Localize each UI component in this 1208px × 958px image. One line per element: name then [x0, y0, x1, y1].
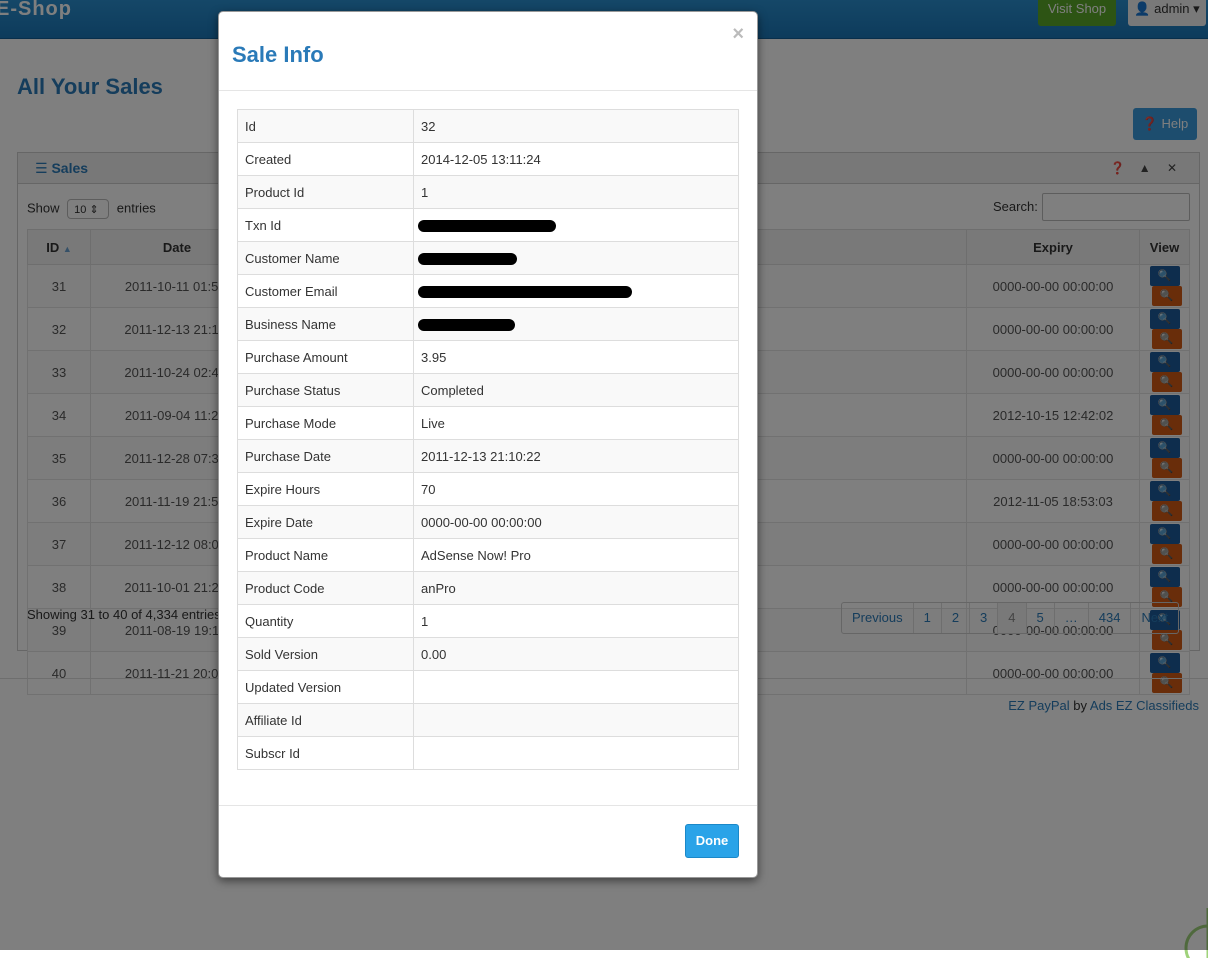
- info-row-product-name: Product Name AdSense Now! Pro: [237, 538, 739, 572]
- info-row-quantity: Quantity 1: [237, 604, 739, 638]
- info-row-purchase-status: Purchase Status Completed: [237, 373, 739, 407]
- info-row-subscr-id: Subscr Id: [237, 736, 739, 770]
- info-row-purchase-mode: Purchase Mode Live: [237, 406, 739, 440]
- info-row-created: Created 2014-12-05 13:11:24: [237, 142, 739, 176]
- info-row-expire-hours: Expire Hours 70: [237, 472, 739, 506]
- info-row-sold-version: Sold Version 0.00: [237, 637, 739, 671]
- sale-info-modal: × Sale Info Id 32 Created 2014-12-05 13:11…: [218, 11, 758, 878]
- info-row-product-code: Product Code anPro: [237, 571, 739, 605]
- done-button[interactable]: Done: [685, 824, 739, 858]
- info-row-expire-date: Expire Date 0000-00-00 00:00:00: [237, 505, 739, 539]
- info-row-business-name: Business Name: [237, 307, 739, 341]
- close-icon[interactable]: ×: [732, 24, 744, 44]
- sale-info-table: Id 32 Created 2014-12-05 13:11:24 Product …: [237, 109, 739, 770]
- modal-header-divider: [219, 90, 757, 91]
- redacted-block: [418, 319, 515, 332]
- info-row-id: Id 32: [237, 109, 739, 143]
- info-row-customer-email: Customer Email: [237, 274, 739, 308]
- info-row-affiliate-id: Affiliate Id: [237, 703, 739, 737]
- redacted-block: [418, 286, 632, 299]
- redacted-block: [418, 253, 517, 266]
- modal-title: Sale Info: [232, 42, 324, 67]
- redacted-block: [418, 220, 556, 233]
- info-row-purchase-date: Purchase Date 2011-12-13 21:10:22: [237, 439, 739, 473]
- info-row-product-id: Product Id 1: [237, 175, 739, 209]
- info-row-purchase-amount: Purchase Amount 3.95: [237, 340, 739, 374]
- info-row-updated-version: Updated Version: [237, 670, 739, 704]
- info-row-customer-name: Customer Name: [237, 241, 739, 275]
- info-row-txn-id: Txn Id: [237, 208, 739, 242]
- modal-footer-divider: [219, 805, 757, 806]
